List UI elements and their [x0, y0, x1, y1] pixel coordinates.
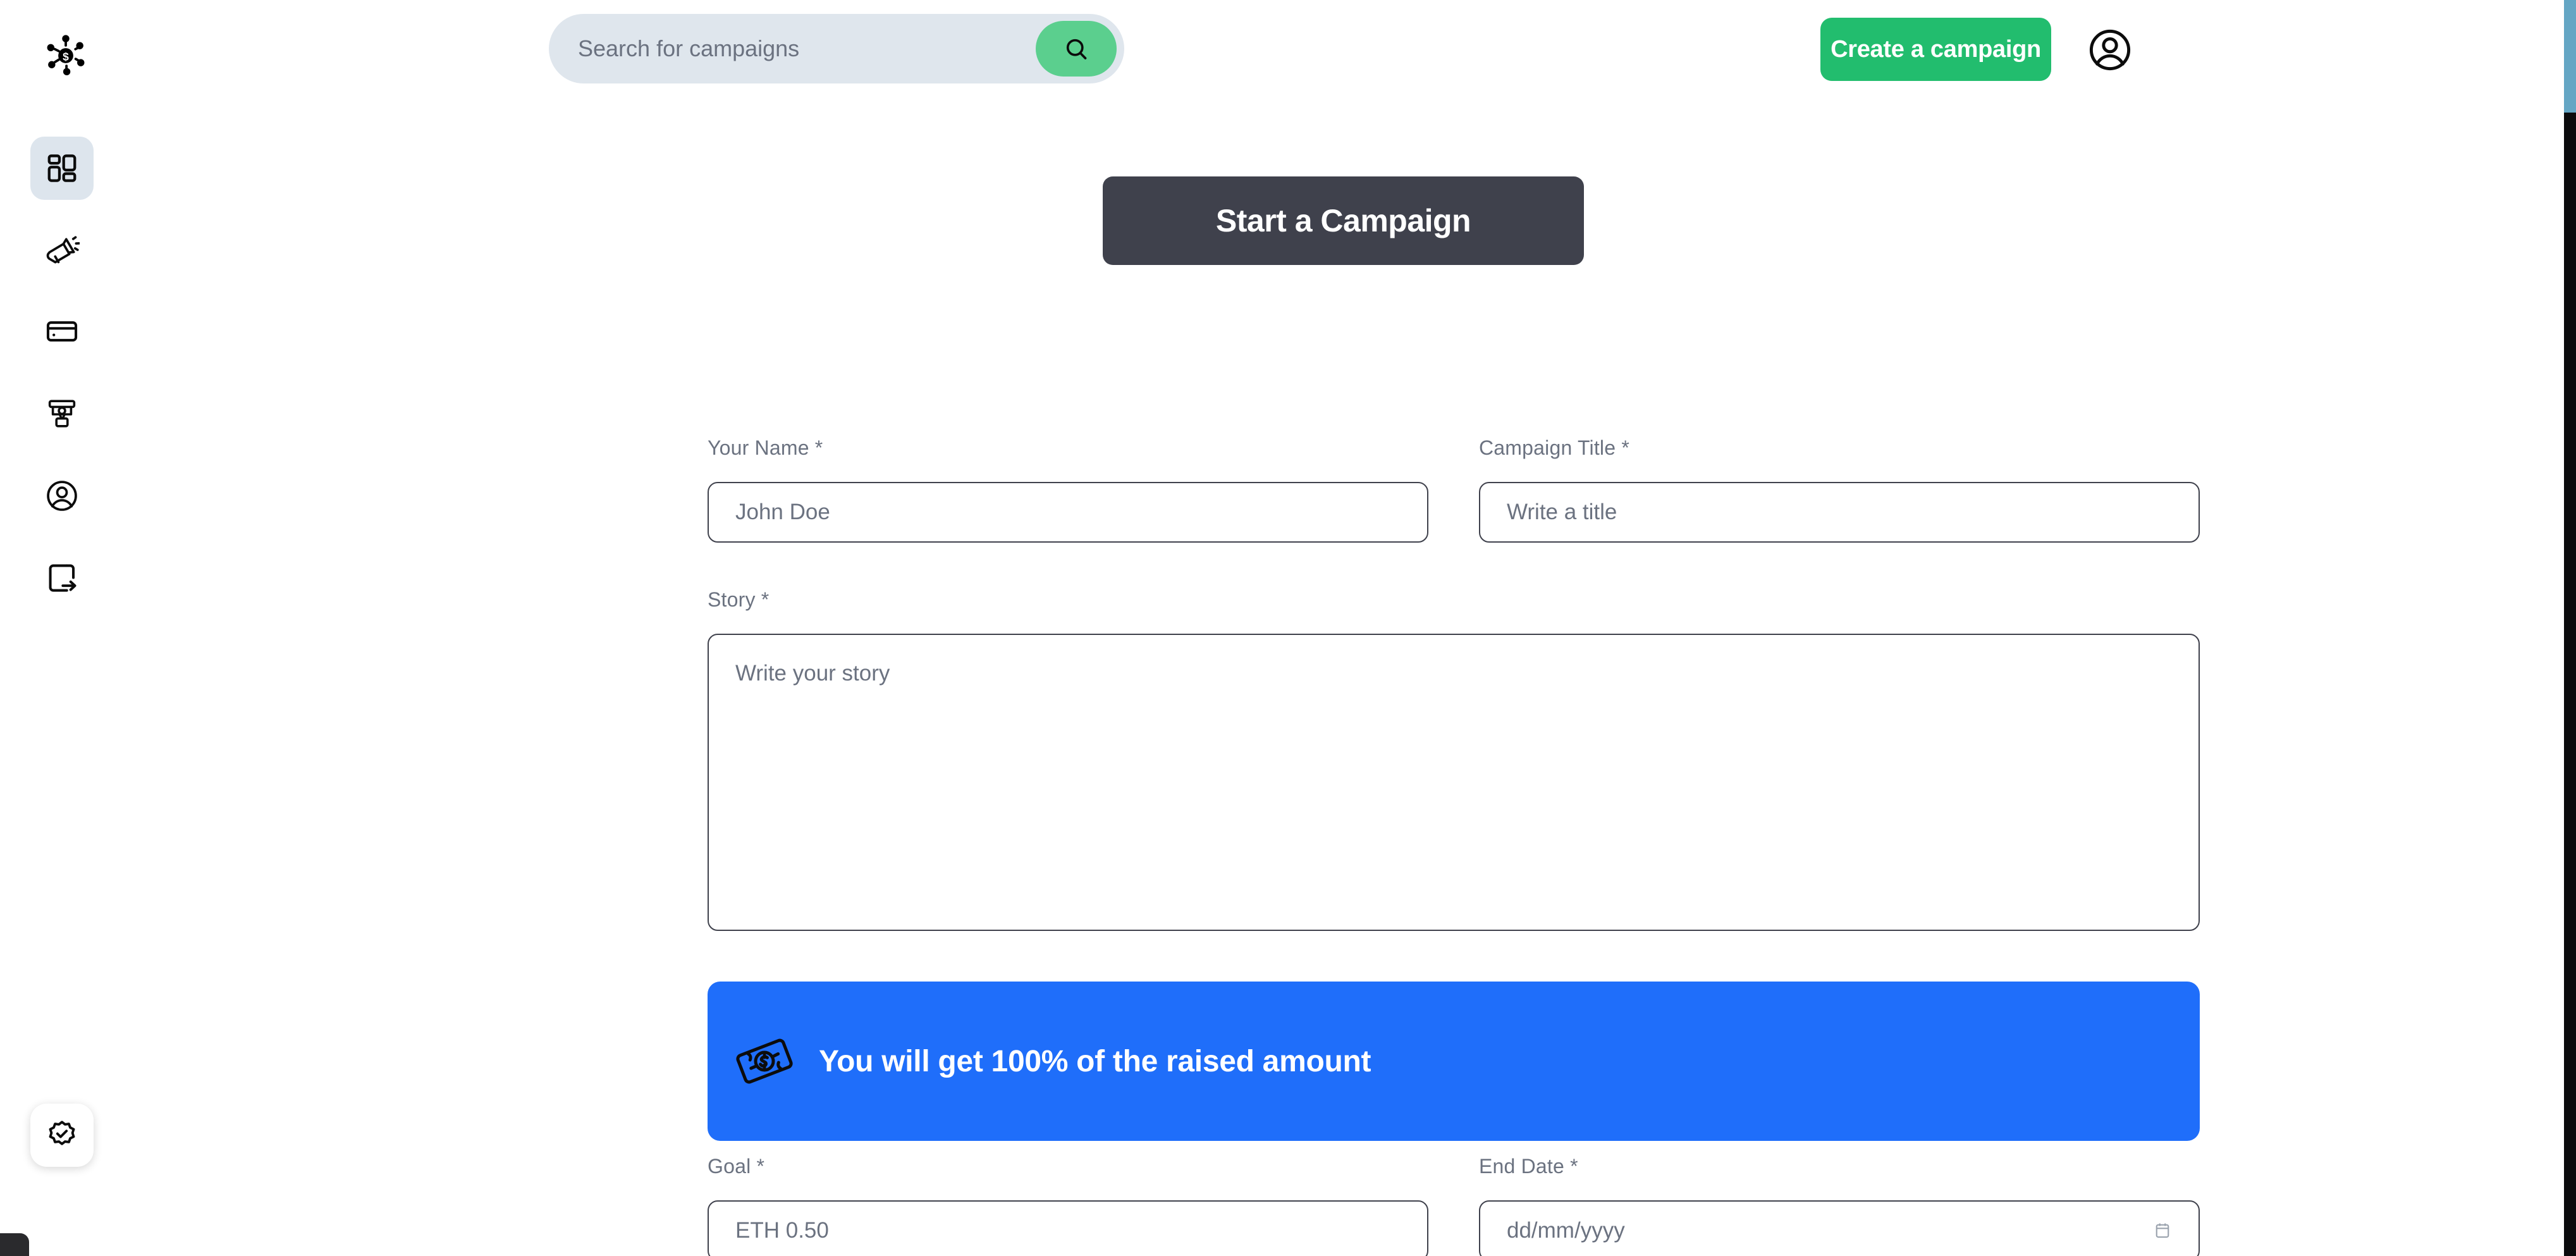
end-date-label: End Date *: [1479, 1155, 1578, 1178]
crowdfunding-network-icon[interactable]: $: [42, 32, 90, 80]
verified-badge-button[interactable]: [30, 1104, 94, 1167]
main-content: Start a Campaign Your Name * Campaign Ti…: [124, 101, 2564, 1256]
page-title-banner: Start a Campaign: [1103, 176, 1584, 265]
top-navigation-bar: $ Create a campaign: [0, 0, 2564, 101]
search-bar: [549, 14, 1124, 83]
megaphone-icon: [46, 236, 80, 264]
sidebar-item-profile[interactable]: [30, 464, 94, 527]
campaign-title-input[interactable]: [1479, 482, 2200, 543]
user-circle-icon: [2089, 29, 2131, 71]
app-root: $ Create a campaign: [0, 0, 2576, 1256]
sidebar-item-dashboard[interactable]: [30, 137, 94, 200]
story-textarea[interactable]: [708, 634, 2200, 931]
banner-text: You will get 100% of the raised amount: [819, 1044, 1371, 1078]
sidebar-item-campaigns[interactable]: [30, 219, 94, 282]
atm-withdraw-icon: [48, 400, 76, 428]
search-button[interactable]: [1036, 21, 1117, 77]
credit-card-icon: [46, 321, 78, 342]
sidebar-item-withdraw[interactable]: [30, 382, 94, 445]
your-name-input[interactable]: [708, 482, 1428, 543]
scrollbar-thumb[interactable]: [2564, 0, 2576, 113]
your-name-label: Your Name *: [708, 436, 823, 459]
banknote-dollar-icon: [736, 1038, 793, 1084]
goal-label: Goal *: [708, 1155, 765, 1178]
raised-amount-banner: You will get 100% of the raised amount: [708, 982, 2200, 1141]
sidebar-item-logout[interactable]: [30, 546, 94, 610]
verified-badge-icon: [49, 1121, 75, 1145]
end-date-placeholder: dd/mm/yyyy: [1507, 1218, 1625, 1243]
page-scrollbar[interactable]: [2564, 0, 2576, 1256]
goal-input[interactable]: [708, 1200, 1428, 1256]
sidebar-item-payment[interactable]: [30, 300, 94, 363]
account-button[interactable]: [2085, 25, 2135, 75]
browser-status-nub: [0, 1233, 29, 1256]
search-input[interactable]: [549, 35, 1036, 62]
campaign-title-label: Campaign Title *: [1479, 436, 1629, 459]
dashboard-grid-icon: [47, 154, 77, 182]
create-campaign-button[interactable]: Create a campaign: [1820, 18, 2051, 81]
logout-icon: [49, 564, 77, 592]
search-icon: [1066, 39, 1087, 59]
svg-text:$: $: [63, 50, 69, 63]
page-title: Start a Campaign: [1215, 203, 1471, 238]
end-date-input[interactable]: dd/mm/yyyy: [1479, 1200, 2200, 1256]
sidebar-navigation: [0, 101, 124, 1256]
story-label: Story *: [708, 588, 770, 611]
calendar-icon[interactable]: [2153, 1221, 2172, 1240]
user-circle-icon: [47, 481, 77, 511]
